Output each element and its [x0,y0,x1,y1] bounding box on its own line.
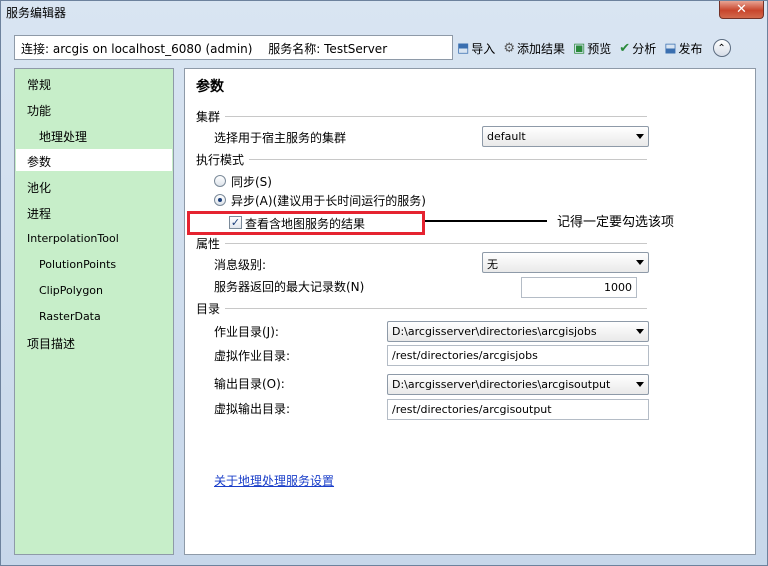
cluster-section-title: 集群 [196,110,221,124]
message-level-dropdown[interactable]: 无 [482,252,649,273]
analyze-button[interactable]: ✔ 分析 [619,40,656,57]
publish-icon: ⬓ [664,40,677,56]
annotation-note: 记得一定要勾选该项 [557,215,675,230]
close-button[interactable]: ✕ [719,1,764,19]
virtual-output-dir-label: 虚拟输出目录: [214,402,291,416]
virtual-jobs-dir-input[interactable]: /rest/directories/arcgisjobs [387,345,649,366]
jobs-dir-label: 作业目录(J): [214,325,279,339]
sidebar-item-interpolationtool[interactable]: InterpolationTool [27,232,119,245]
chevron-down-icon [636,329,644,334]
sidebar: 常规 功能 地理处理 参数 池化 进程 InterpolationTool Po… [14,68,174,555]
async-radio[interactable] [214,194,226,206]
message-level-label: 消息级别: [214,258,267,272]
cluster-divider [225,116,647,117]
toolbar: ⬒ 导入 ⚙ 添加结果 ▣ 预览 ✔ 分析 ⬓ 发布 ⌃ [457,37,731,59]
output-dir-label: 输出目录(O): [214,377,285,391]
properties-section-title: 属性 [196,237,221,251]
window-title: 服务编辑器 [6,6,67,20]
sync-label: 同步(S) [231,175,272,189]
async-label: 异步(A)(建议用于长时间运行的服务) [231,194,426,208]
add-result-icon: ⚙ [503,40,515,56]
max-records-input[interactable]: 1000 [521,277,637,298]
connection-label: 连接: arcgis on localhost_6080 (admin) [21,42,253,56]
page-title: 参数 [196,79,224,95]
parameters-panel: 参数 集群 选择用于宿主服务的集群 default 执行模式 同步(S) 异步(… [184,68,756,555]
properties-divider [225,243,647,244]
output-dir-dropdown[interactable]: D:\arcgisserver\directories\arcgisoutput [387,374,649,395]
import-button[interactable]: ⬒ 导入 [457,40,495,57]
sidebar-item-rasterdata[interactable]: RasterData [39,310,101,323]
title-bar[interactable]: 服务编辑器 ✕ [1,1,767,23]
exec-mode-divider [249,159,647,160]
sidebar-item-general[interactable]: 常规 [27,76,51,93]
collapse-button[interactable]: ⌃ [712,39,731,57]
sidebar-item-pooling[interactable]: 池化 [27,179,51,196]
annotation-pointer-line [425,220,547,222]
cluster-dropdown[interactable]: default [482,126,649,147]
geoprocessing-settings-link[interactable]: 关于地理处理服务设置 [214,472,334,489]
chevron-down-icon [636,134,644,139]
analyze-label: 分析 [632,41,657,56]
sidebar-item-parameters[interactable]: 参数 [27,153,51,170]
connection-info: 连接: arcgis on localhost_6080 (admin) 服务名… [14,35,453,60]
sync-radio[interactable] [214,175,226,187]
exec-mode-section-title: 执行模式 [196,153,245,167]
output-dir-value: D:\arcgisserver\directories\arcgisoutput [392,378,611,391]
add-result-button[interactable]: ⚙ 添加结果 [503,40,565,57]
directories-section-title: 目录 [196,302,221,316]
message-level-value: 无 [487,258,498,271]
sidebar-item-polutionpoints[interactable]: PolutionPoints [39,258,116,271]
cluster-value: default [487,130,526,143]
directories-divider [225,308,647,309]
import-icon: ⬒ [457,40,470,56]
virtual-jobs-dir-label: 虚拟作业目录: [214,349,291,363]
chevron-down-icon [636,382,644,387]
service-name-label: 服务名称: TestServer [268,42,388,56]
sidebar-item-item-description[interactable]: 项目描述 [27,335,75,352]
chevron-down-icon [636,260,644,265]
preview-icon: ▣ [572,40,586,56]
add-result-label: 添加结果 [516,41,565,56]
sidebar-item-clippolygon[interactable]: ClipPolygon [39,284,103,297]
service-editor-window: 服务编辑器 ✕ 连接: arcgis on localhost_6080 (ad… [0,0,768,566]
sidebar-item-geoprocessing[interactable]: 地理处理 [39,128,87,145]
sidebar-item-processes[interactable]: 进程 [27,205,51,222]
jobs-dir-dropdown[interactable]: D:\arcgisserver\directories\arcgisjobs [387,321,649,342]
cluster-label: 选择用于宿主服务的集群 [214,131,347,145]
jobs-dir-value: D:\arcgisserver\directories\arcgisjobs [392,325,597,338]
virtual-output-dir-input[interactable]: /rest/directories/arcgisoutput [387,399,649,420]
preview-button[interactable]: ▣ 预览 [573,40,611,57]
preview-label: 预览 [587,41,612,56]
publish-button[interactable]: ⬓ 发布 [664,40,702,57]
sidebar-item-capabilities[interactable]: 功能 [27,102,51,119]
import-label: 导入 [471,41,496,56]
max-records-label: 服务器返回的最大记录数(N) [214,280,365,294]
annotation-highlight-box [187,211,425,235]
publish-label: 发布 [678,41,703,56]
checkmark-icon: ✔ [619,40,631,56]
